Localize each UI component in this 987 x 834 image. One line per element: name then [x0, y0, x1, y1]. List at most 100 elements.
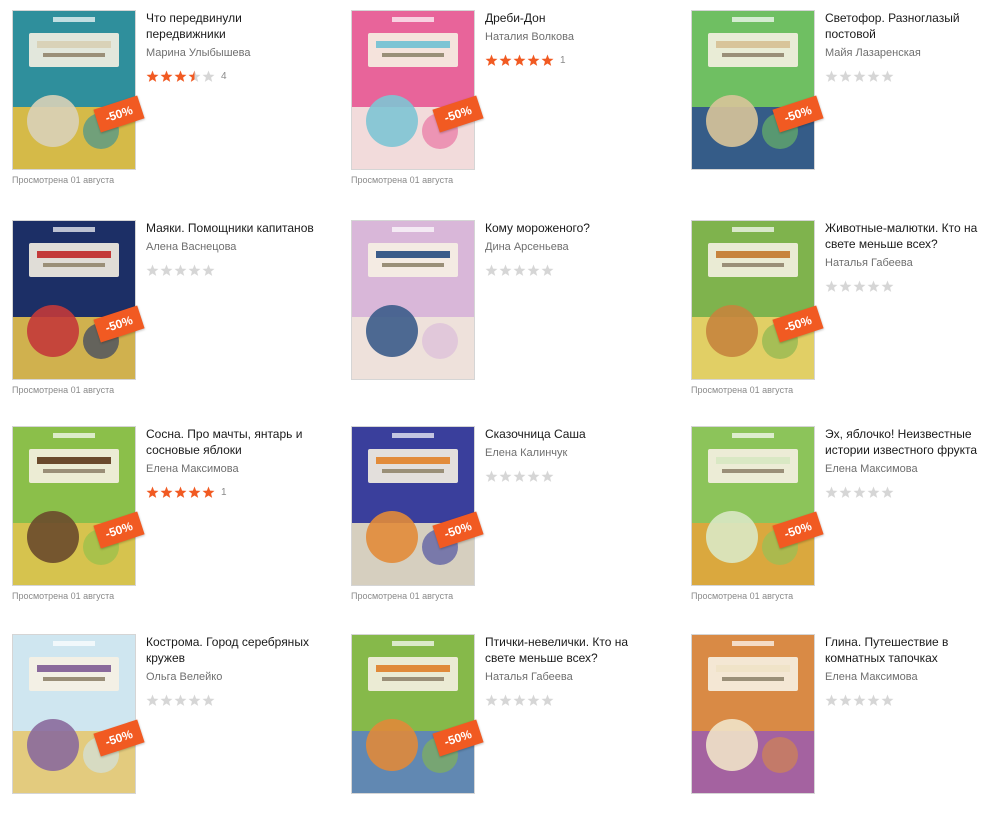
book-card[interactable]: -50% Просмотрена 01 августа Животные-малют… [691, 220, 987, 420]
star-icon [499, 694, 512, 706]
book-cover-link[interactable] [351, 220, 475, 380]
book-cover-image [691, 634, 815, 794]
rating-stars[interactable] [146, 486, 216, 499]
star-icon [839, 280, 852, 292]
book-title-link[interactable]: Сосна. Про мачты, янтарь и сосновые ябло… [146, 426, 316, 458]
book-title-link[interactable]: Светофор. Разноглазый постовой [825, 10, 987, 42]
book-cover-link[interactable]: -50% [351, 10, 484, 170]
book-title-link[interactable]: Кому мороженого? [485, 220, 655, 236]
rating-stars[interactable] [485, 470, 555, 483]
book-author-link[interactable]: Алена Васнецова [146, 240, 316, 254]
rating [825, 485, 987, 499]
book-cover-illustration [352, 635, 474, 793]
book-author-link[interactable]: Елена Калинчук [485, 446, 655, 460]
star-icon [499, 470, 512, 482]
book-card[interactable]: -50% Птички-невелички. Кто на свете меньш… [351, 634, 661, 834]
rating-stars[interactable] [485, 264, 555, 277]
book-title-link[interactable]: Сказочница Саша [485, 426, 655, 442]
book-cover-link[interactable]: -50% [351, 634, 484, 794]
book-author-link[interactable]: Марина Улыбышева [146, 46, 316, 60]
book-card[interactable]: Кому мороженого? Дина Арсеньева [351, 220, 661, 420]
book-cover-image [12, 634, 136, 794]
star-icon [839, 70, 852, 82]
viewed-date: Просмотрена 01 августа [12, 175, 115, 185]
rating-stars[interactable] [485, 694, 555, 707]
book-info: Светофор. Разноглазый постовой Майя Лазар… [825, 10, 987, 83]
book-cover-link[interactable]: -50% [691, 10, 824, 170]
rating-count: 1 [560, 54, 566, 66]
book-cover-link[interactable]: -50% [12, 634, 145, 794]
star-icon [174, 694, 187, 706]
rating-stars[interactable] [146, 264, 216, 277]
book-author-link[interactable]: Елена Максимова [146, 462, 316, 476]
book-cover-link[interactable]: -50% [12, 220, 145, 380]
rating-stars[interactable] [146, 70, 216, 83]
rating-stars[interactable] [825, 280, 895, 293]
book-author-link[interactable]: Ольга Велейко [146, 670, 316, 684]
book-cover-illustration [13, 427, 135, 585]
book-title-link[interactable]: Маяки. Помощники капитанов [146, 220, 316, 236]
book-title-link[interactable]: Глина. Путешествие в комнатных тапочках [825, 634, 987, 666]
book-info: Глина. Путешествие в комнатных тапочках Е… [825, 634, 987, 707]
book-card[interactable]: -50% Просмотрена 01 августа Что передвинул… [12, 10, 322, 210]
book-info: Животные-малютки. Кто на свете меньше вс… [825, 220, 987, 293]
rating-stars[interactable] [825, 70, 895, 83]
star-icon [188, 70, 201, 82]
star-icon [160, 264, 173, 276]
book-card[interactable]: -50% Светофор. Разноглазый постовой Майя Л… [691, 10, 987, 210]
book-title-link[interactable]: Эх, яблочко! Неизвестные истории известн… [825, 426, 987, 458]
book-card[interactable]: -50% Просмотрена 01 августа Сосна. Про мач… [12, 426, 322, 626]
rating [825, 693, 987, 707]
book-title-link[interactable]: Птички-невелички. Кто на свете меньше вс… [485, 634, 655, 666]
book-card[interactable]: -50% Просмотрена 01 августа Эх, яблочко! Н… [691, 426, 987, 626]
star-icon [485, 54, 498, 66]
viewed-date: Просмотрена 01 августа [12, 591, 115, 601]
book-cover-image [351, 634, 475, 794]
star-icon [853, 70, 866, 82]
star-icon [527, 694, 540, 706]
book-author-link[interactable]: Елена Максимова [825, 670, 987, 684]
book-info: Птички-невелички. Кто на свете меньше вс… [485, 634, 655, 707]
book-author-link[interactable]: Майя Лазаренская [825, 46, 987, 60]
star-icon [485, 264, 498, 276]
book-card[interactable]: Глина. Путешествие в комнатных тапочках Е… [691, 634, 987, 834]
rating-stars[interactable] [825, 694, 895, 707]
book-card[interactable]: -50% Просмотрена 01 августа Маяки. Помощни… [12, 220, 322, 420]
star-icon [881, 486, 894, 498]
book-author-link[interactable]: Наталия Волкова [485, 30, 655, 44]
book-cover-link[interactable]: -50% [12, 10, 145, 170]
star-icon [513, 470, 526, 482]
book-cover-link[interactable]: -50% [691, 426, 824, 586]
book-card[interactable]: -50% Просмотрена 01 августа Сказочница Саш… [351, 426, 661, 626]
book-author-link[interactable]: Наталья Габеева [825, 256, 987, 270]
rating [485, 263, 655, 277]
book-title-link[interactable]: Что передвинули передвижники [146, 10, 316, 42]
book-title-link[interactable]: Дреби-Дон [485, 10, 655, 26]
star-icon [881, 280, 894, 292]
book-cover-link[interactable]: -50% [691, 220, 824, 380]
star-icon [513, 694, 526, 706]
book-card[interactable]: -50% Просмотрена 01 августа Дреби-Дон Натал… [351, 10, 661, 210]
book-cover-image [12, 10, 136, 170]
rating-stars[interactable] [825, 486, 895, 499]
star-icon [499, 54, 512, 66]
rating [825, 69, 987, 83]
rating-stars[interactable] [485, 54, 555, 67]
book-author-link[interactable]: Наталья Габеева [485, 670, 655, 684]
book-cover-link[interactable] [691, 634, 815, 794]
star-icon [513, 54, 526, 66]
book-cover-link[interactable]: -50% [351, 426, 484, 586]
book-cover-link[interactable]: -50% [12, 426, 145, 586]
star-icon [825, 486, 838, 498]
book-author-link[interactable]: Елена Максимова [825, 462, 987, 476]
book-card[interactable]: -50% Кострома. Город серебряных кружев Оль… [12, 634, 322, 834]
book-title-link[interactable]: Кострома. Город серебряных кружев [146, 634, 316, 666]
star-icon [485, 470, 498, 482]
star-icon [881, 70, 894, 82]
star-icon [541, 694, 554, 706]
book-cover-image [12, 426, 136, 586]
book-author-link[interactable]: Дина Арсеньева [485, 240, 655, 254]
rating [146, 263, 316, 277]
book-title-link[interactable]: Животные-малютки. Кто на свете меньше вс… [825, 220, 987, 252]
rating-stars[interactable] [146, 694, 216, 707]
